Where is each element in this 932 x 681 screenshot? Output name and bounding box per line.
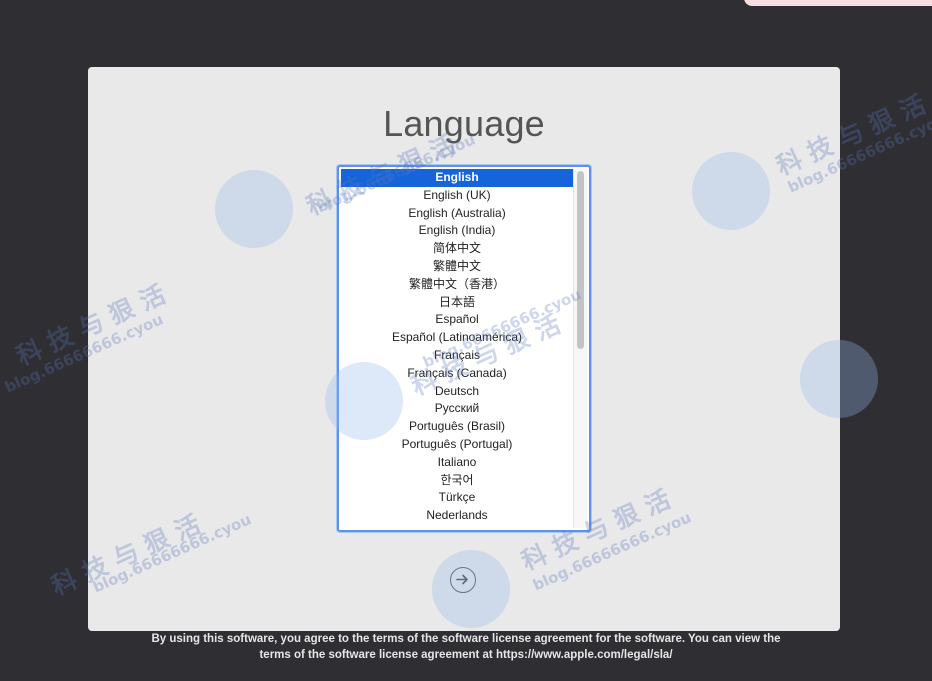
scrollbar-thumb[interactable] [577,171,584,349]
license-notice-line-2: terms of the software license agreement … [259,648,673,661]
language-option[interactable]: 日本語 [341,294,573,312]
language-option[interactable]: Français [341,347,573,365]
language-option[interactable]: Español (Latinoamérica) [341,329,573,347]
language-option[interactable]: English (UK) [341,187,573,205]
language-option[interactable]: Русский [341,400,573,418]
language-option[interactable]: 繁體中文 [341,258,573,276]
language-option[interactable]: Italiano [341,454,573,472]
language-option[interactable]: Español [341,311,573,329]
language-option[interactable]: 简体中文 [341,240,573,258]
license-notice: By using this software, you agree to the… [100,632,832,663]
language-option[interactable]: Português (Portugal) [341,436,573,454]
language-option[interactable]: 繁體中文（香港） [341,276,573,294]
language-list[interactable]: English English (UK) English (Australia) En… [341,169,573,528]
continue-button[interactable] [450,567,476,593]
page-title: Language [383,103,545,144]
language-option[interactable]: English [341,169,573,187]
language-option[interactable]: Deutsch [341,383,573,401]
top-notification-edge [744,0,932,6]
language-option[interactable]: English (India) [341,222,573,240]
language-panel: Language English English (UK) English (Aus… [88,67,840,631]
language-listbox[interactable]: English English (UK) English (Australia) En… [337,165,591,532]
language-option[interactable]: Français (Canada) [341,365,573,383]
arrow-right-icon [456,574,468,585]
language-option[interactable]: English (Australia) [341,205,573,223]
scrollbar[interactable] [573,169,587,528]
language-option[interactable]: Türkçe [341,489,573,507]
language-option[interactable]: 한국어 [341,472,573,490]
license-notice-line-1: By using this software, you agree to the… [151,633,781,645]
language-option[interactable]: Nederlands [341,507,573,525]
language-option[interactable]: Português (Brasil) [341,418,573,436]
